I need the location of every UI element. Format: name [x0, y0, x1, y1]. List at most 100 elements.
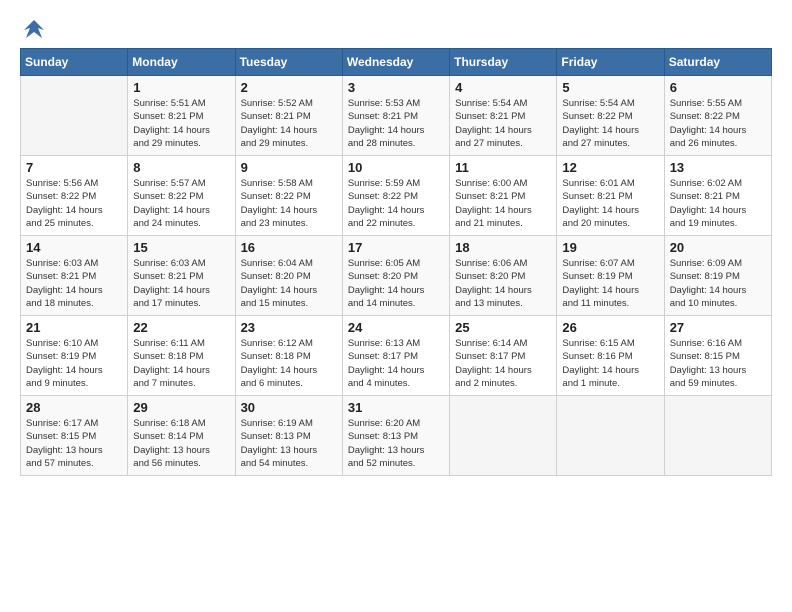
day-number: 9 — [241, 160, 337, 175]
day-number: 7 — [26, 160, 122, 175]
calendar-cell: 24 Sunrise: 6:13 AM Sunset: 8:17 PM Dayli… — [342, 316, 449, 396]
day-info: Sunrise: 6:06 AM Sunset: 8:20 PM Dayligh… — [455, 257, 551, 310]
weekday-header-thursday: Thursday — [450, 49, 557, 76]
day-info: Sunrise: 5:52 AM Sunset: 8:21 PM Dayligh… — [241, 97, 337, 150]
day-number: 8 — [133, 160, 229, 175]
day-number: 29 — [133, 400, 229, 415]
day-info: Sunrise: 5:53 AM Sunset: 8:21 PM Dayligh… — [348, 97, 444, 150]
calendar-table: SundayMondayTuesdayWednesdayThursdayFrid… — [20, 48, 772, 476]
day-info: Sunrise: 5:54 AM Sunset: 8:21 PM Dayligh… — [455, 97, 551, 150]
day-number: 28 — [26, 400, 122, 415]
day-number: 11 — [455, 160, 551, 175]
calendar-week-3: 14 Sunrise: 6:03 AM Sunset: 8:21 PM Dayli… — [21, 236, 772, 316]
day-number: 20 — [670, 240, 766, 255]
day-info: Sunrise: 5:58 AM Sunset: 8:22 PM Dayligh… — [241, 177, 337, 230]
day-info: Sunrise: 6:11 AM Sunset: 8:18 PM Dayligh… — [133, 337, 229, 390]
day-info: Sunrise: 6:05 AM Sunset: 8:20 PM Dayligh… — [348, 257, 444, 310]
day-info: Sunrise: 6:03 AM Sunset: 8:21 PM Dayligh… — [26, 257, 122, 310]
day-info: Sunrise: 5:59 AM Sunset: 8:22 PM Dayligh… — [348, 177, 444, 230]
day-number: 30 — [241, 400, 337, 415]
day-number: 14 — [26, 240, 122, 255]
day-info: Sunrise: 6:12 AM Sunset: 8:18 PM Dayligh… — [241, 337, 337, 390]
day-number: 18 — [455, 240, 551, 255]
calendar-cell: 17 Sunrise: 6:05 AM Sunset: 8:20 PM Dayli… — [342, 236, 449, 316]
calendar-cell: 7 Sunrise: 5:56 AM Sunset: 8:22 PM Daylig… — [21, 156, 128, 236]
calendar-cell: 10 Sunrise: 5:59 AM Sunset: 8:22 PM Dayli… — [342, 156, 449, 236]
calendar-cell: 21 Sunrise: 6:10 AM Sunset: 8:19 PM Dayli… — [21, 316, 128, 396]
day-number: 10 — [348, 160, 444, 175]
calendar-week-5: 28 Sunrise: 6:17 AM Sunset: 8:15 PM Dayli… — [21, 396, 772, 476]
day-info: Sunrise: 6:18 AM Sunset: 8:14 PM Dayligh… — [133, 417, 229, 470]
day-number: 23 — [241, 320, 337, 335]
day-number: 5 — [562, 80, 658, 95]
day-number: 19 — [562, 240, 658, 255]
day-number: 17 — [348, 240, 444, 255]
day-info: Sunrise: 6:19 AM Sunset: 8:13 PM Dayligh… — [241, 417, 337, 470]
weekday-row: SundayMondayTuesdayWednesdayThursdayFrid… — [21, 49, 772, 76]
day-info: Sunrise: 5:57 AM Sunset: 8:22 PM Dayligh… — [133, 177, 229, 230]
calendar-cell: 3 Sunrise: 5:53 AM Sunset: 8:21 PM Daylig… — [342, 76, 449, 156]
day-info: Sunrise: 6:02 AM Sunset: 8:21 PM Dayligh… — [670, 177, 766, 230]
calendar-cell: 20 Sunrise: 6:09 AM Sunset: 8:19 PM Dayli… — [664, 236, 771, 316]
calendar-cell: 22 Sunrise: 6:11 AM Sunset: 8:18 PM Dayli… — [128, 316, 235, 396]
calendar-cell: 14 Sunrise: 6:03 AM Sunset: 8:21 PM Dayli… — [21, 236, 128, 316]
day-number: 31 — [348, 400, 444, 415]
day-info: Sunrise: 6:09 AM Sunset: 8:19 PM Dayligh… — [670, 257, 766, 310]
weekday-header-saturday: Saturday — [664, 49, 771, 76]
day-info: Sunrise: 6:07 AM Sunset: 8:19 PM Dayligh… — [562, 257, 658, 310]
calendar-cell: 23 Sunrise: 6:12 AM Sunset: 8:18 PM Dayli… — [235, 316, 342, 396]
day-info: Sunrise: 5:51 AM Sunset: 8:21 PM Dayligh… — [133, 97, 229, 150]
calendar-cell: 12 Sunrise: 6:01 AM Sunset: 8:21 PM Dayli… — [557, 156, 664, 236]
calendar-cell: 28 Sunrise: 6:17 AM Sunset: 8:15 PM Dayli… — [21, 396, 128, 476]
day-number: 3 — [348, 80, 444, 95]
weekday-header-wednesday: Wednesday — [342, 49, 449, 76]
calendar-cell: 26 Sunrise: 6:15 AM Sunset: 8:16 PM Dayli… — [557, 316, 664, 396]
day-number: 1 — [133, 80, 229, 95]
day-info: Sunrise: 6:13 AM Sunset: 8:17 PM Dayligh… — [348, 337, 444, 390]
day-number: 13 — [670, 160, 766, 175]
day-number: 16 — [241, 240, 337, 255]
calendar-cell: 27Sunrise: 6:16 AM Sunset: 8:15 PM Dayli… — [664, 316, 771, 396]
weekday-header-friday: Friday — [557, 49, 664, 76]
day-number: 22 — [133, 320, 229, 335]
day-info: Sunrise: 5:56 AM Sunset: 8:22 PM Dayligh… — [26, 177, 122, 230]
calendar-cell: 31 Sunrise: 6:20 AM Sunset: 8:13 PM Dayli… — [342, 396, 449, 476]
day-number: 6 — [670, 80, 766, 95]
day-number: 15 — [133, 240, 229, 255]
weekday-header-tuesday: Tuesday — [235, 49, 342, 76]
calendar-cell — [557, 396, 664, 476]
calendar-cell: 18 Sunrise: 6:06 AM Sunset: 8:20 PM Dayli… — [450, 236, 557, 316]
calendar-cell: 5Sunrise: 5:54 AM Sunset: 8:22 PM Daylig… — [557, 76, 664, 156]
day-info: Sunrise: 6:14 AM Sunset: 8:17 PM Dayligh… — [455, 337, 551, 390]
day-number: 21 — [26, 320, 122, 335]
day-info: Sunrise: 5:55 AM Sunset: 8:22 PM Dayligh… — [670, 97, 766, 150]
day-info: Sunrise: 6:15 AM Sunset: 8:16 PM Dayligh… — [562, 337, 658, 390]
weekday-header-monday: Monday — [128, 49, 235, 76]
day-info: Sunrise: 6:01 AM Sunset: 8:21 PM Dayligh… — [562, 177, 658, 230]
day-info: Sunrise: 6:17 AM Sunset: 8:15 PM Dayligh… — [26, 417, 122, 470]
calendar-week-1: 1 Sunrise: 5:51 AM Sunset: 8:21 PM Daylig… — [21, 76, 772, 156]
calendar-cell: 29 Sunrise: 6:18 AM Sunset: 8:14 PM Dayli… — [128, 396, 235, 476]
day-number: 26 — [562, 320, 658, 335]
day-info: Sunrise: 6:04 AM Sunset: 8:20 PM Dayligh… — [241, 257, 337, 310]
calendar-cell: 16 Sunrise: 6:04 AM Sunset: 8:20 PM Dayli… — [235, 236, 342, 316]
header — [20, 16, 772, 44]
day-number: 12 — [562, 160, 658, 175]
day-info: Sunrise: 6:20 AM Sunset: 8:13 PM Dayligh… — [348, 417, 444, 470]
calendar-cell: 15Sunrise: 6:03 AM Sunset: 8:21 PM Dayli… — [128, 236, 235, 316]
calendar-cell: 13 Sunrise: 6:02 AM Sunset: 8:21 PM Dayli… — [664, 156, 771, 236]
day-info: Sunrise: 6:00 AM Sunset: 8:21 PM Dayligh… — [455, 177, 551, 230]
calendar-cell: 1 Sunrise: 5:51 AM Sunset: 8:21 PM Daylig… — [128, 76, 235, 156]
calendar-cell: 30 Sunrise: 6:19 AM Sunset: 8:13 PM Dayli… — [235, 396, 342, 476]
calendar-cell: 8 Sunrise: 5:57 AM Sunset: 8:22 PM Daylig… — [128, 156, 235, 236]
calendar-cell — [664, 396, 771, 476]
calendar-cell: 2Sunrise: 5:52 AM Sunset: 8:21 PM Daylig… — [235, 76, 342, 156]
day-info: Sunrise: 6:10 AM Sunset: 8:19 PM Dayligh… — [26, 337, 122, 390]
calendar-week-2: 7 Sunrise: 5:56 AM Sunset: 8:22 PM Daylig… — [21, 156, 772, 236]
calendar-cell — [21, 76, 128, 156]
logo — [20, 16, 52, 44]
calendar-cell: 25 Sunrise: 6:14 AM Sunset: 8:17 PM Dayli… — [450, 316, 557, 396]
day-number: 24 — [348, 320, 444, 335]
calendar-cell: 4Sunrise: 5:54 AM Sunset: 8:21 PM Daylig… — [450, 76, 557, 156]
day-number: 25 — [455, 320, 551, 335]
